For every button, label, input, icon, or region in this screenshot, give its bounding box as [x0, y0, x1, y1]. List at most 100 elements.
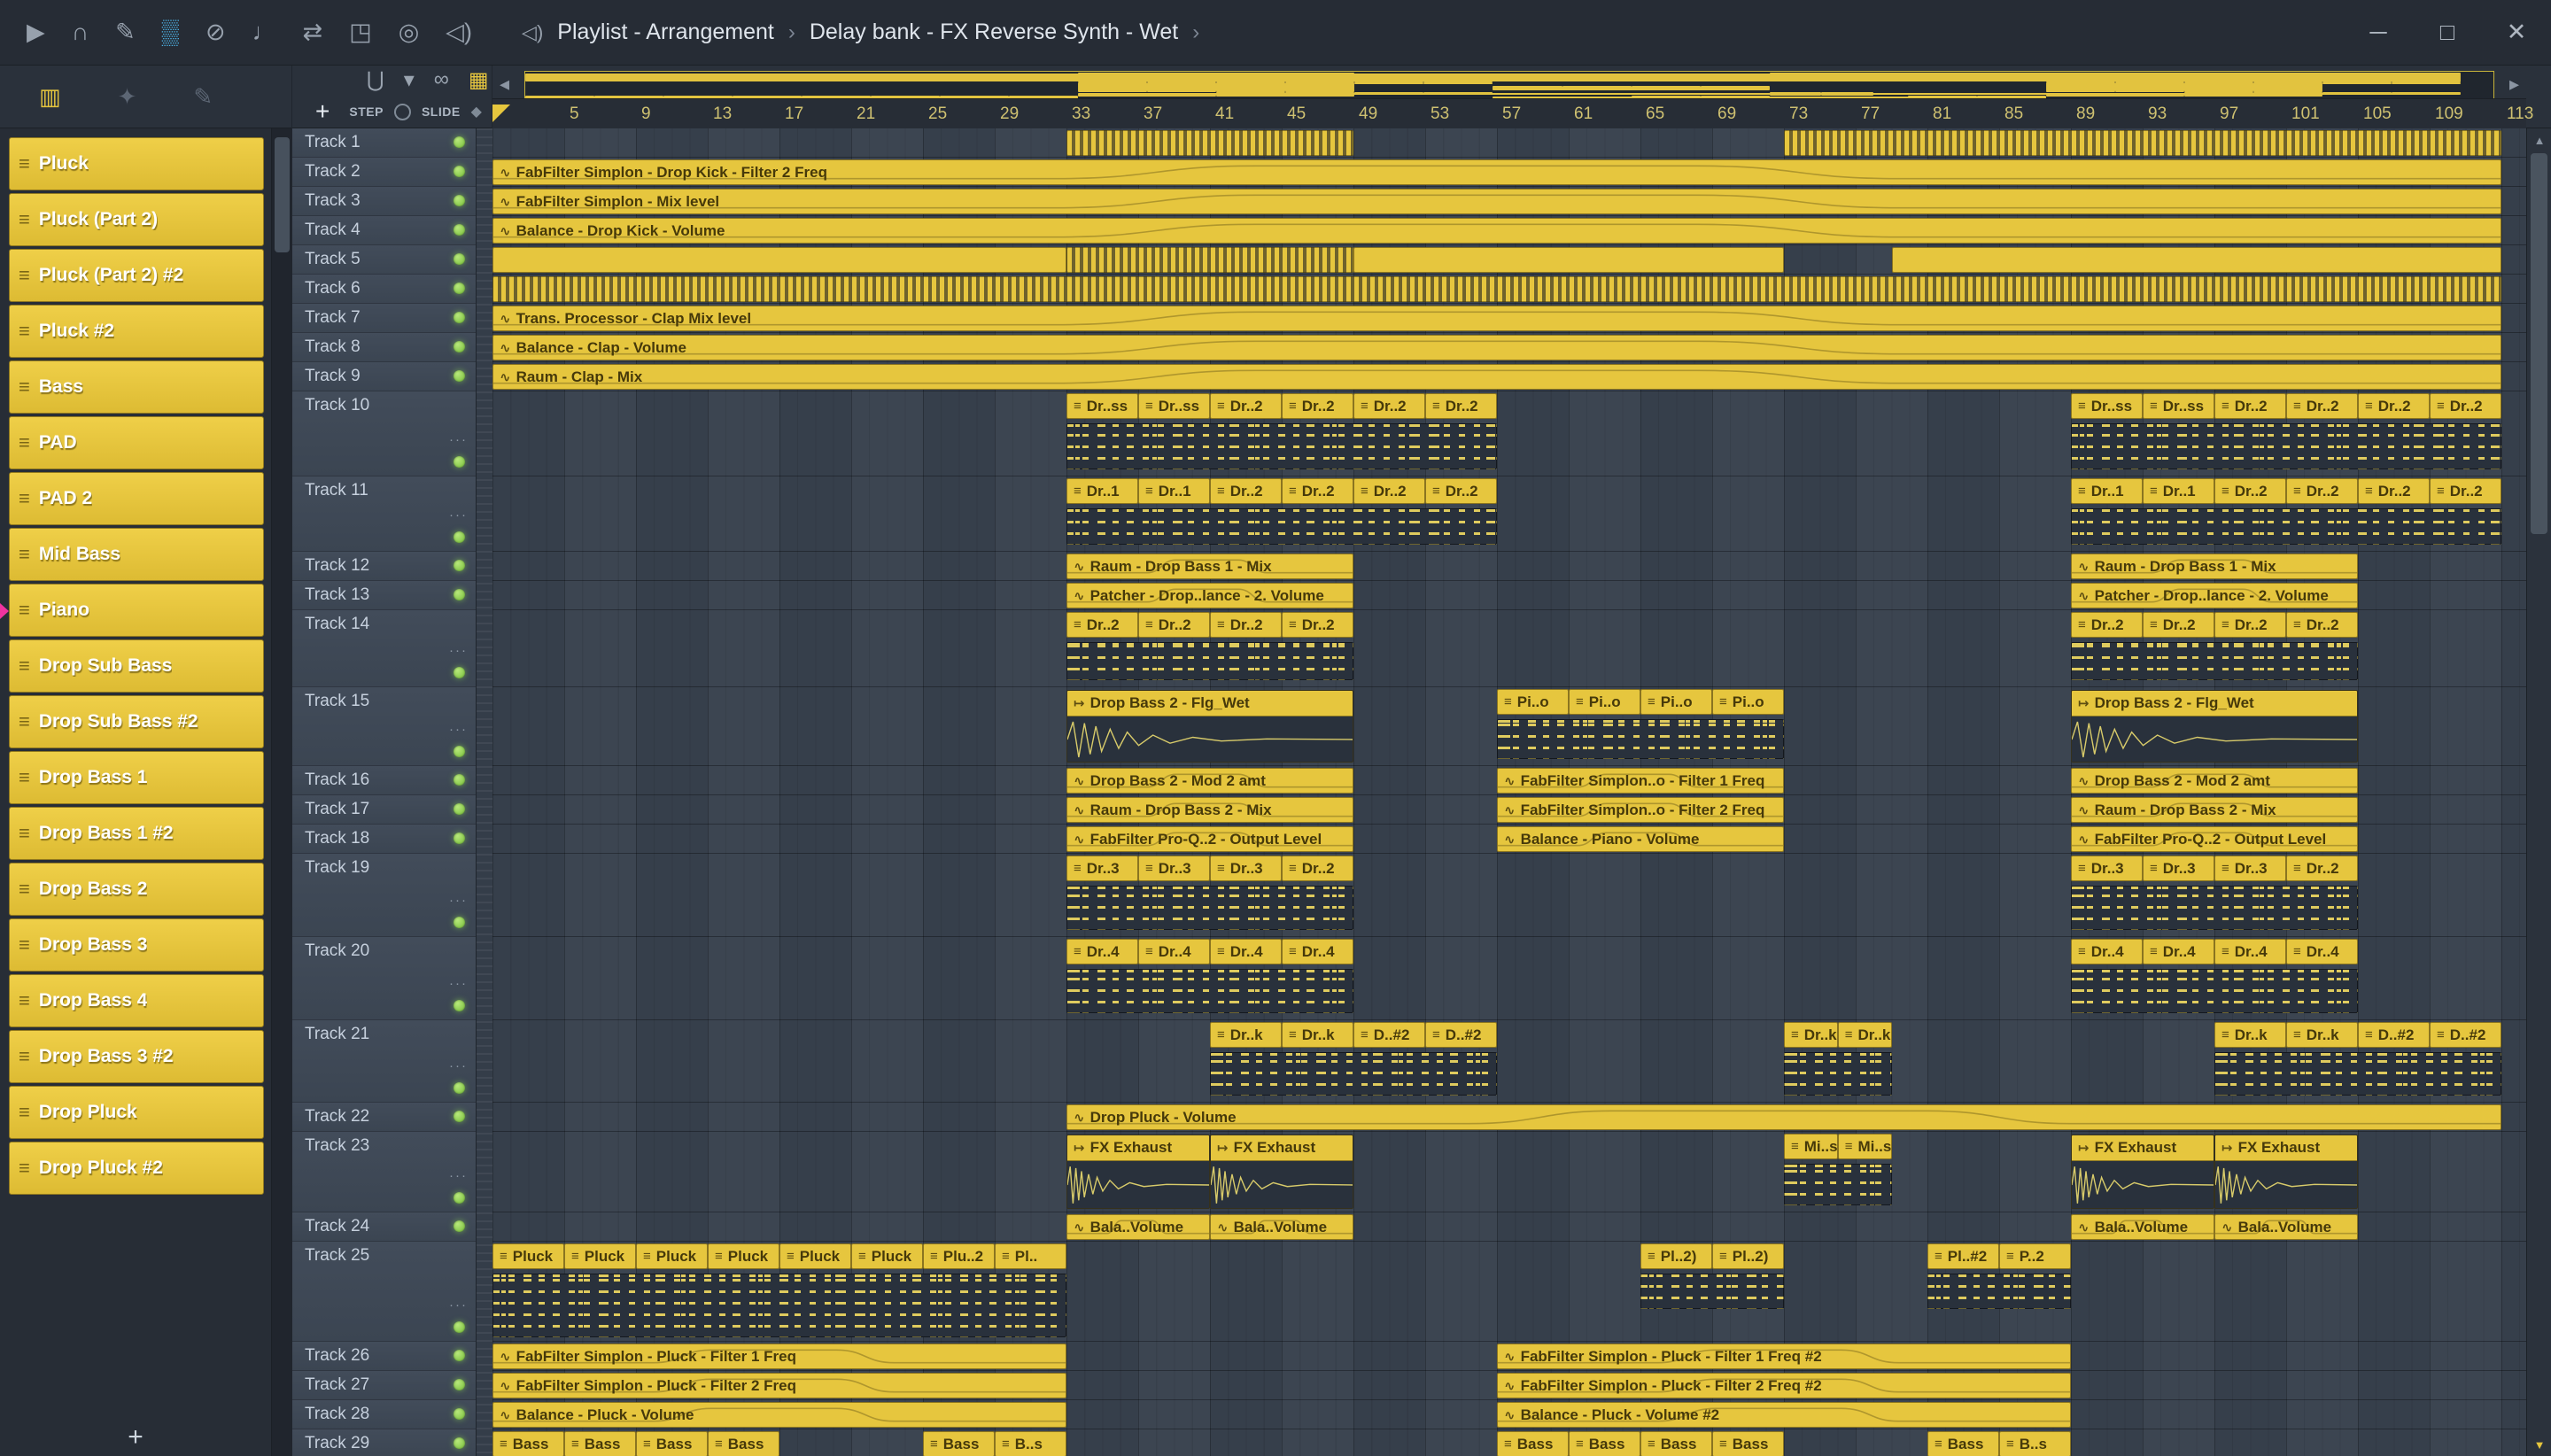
pattern-clip[interactable]: ≡ Dr..2 [2430, 393, 2501, 419]
pattern-clip[interactable]: ≡ B..s [995, 1431, 1066, 1456]
automation-clip[interactable]: ∿ FabFilter Pro-Q..2 - Output Level [1066, 826, 1353, 852]
add-track-button[interactable]: + [315, 97, 330, 126]
pattern-clip[interactable]: ≡ Pluck [492, 1243, 564, 1269]
pattern-clip[interactable]: ≡ Dr..1 [1066, 478, 1138, 504]
pattern-clip[interactable] [492, 247, 1066, 273]
pattern-notes-clip[interactable] [1927, 1274, 2071, 1309]
pattern-clip[interactable]: ≡ Dr..4 [2071, 939, 2143, 964]
audio-clip[interactable]: ↦ Drop Bass 2 - Flg_Wet [2071, 690, 2358, 763]
pattern-item[interactable]: ≡ Bass [9, 360, 264, 414]
pattern-clip[interactable]: ≡ Dr..2 [2286, 393, 2358, 419]
pattern-clip[interactable]: ≡ Dr..4 [1066, 939, 1138, 964]
pattern-clip[interactable]: ≡ Dr..4 [2143, 939, 2214, 964]
pattern-clip[interactable]: ≡ Pluck [779, 1243, 851, 1269]
pattern-item[interactable]: ≡ Pluck (Part 2) #2 [9, 249, 264, 302]
track-header[interactable]: Track 28 [292, 1400, 476, 1429]
scroll-up-icon[interactable]: ▲ [2527, 128, 2551, 151]
track-header[interactable]: Track 20 ··· [292, 937, 476, 1020]
pattern-clip[interactable]: ≡ Bass [636, 1431, 708, 1456]
pattern-clip[interactable]: ≡ Bass [1712, 1431, 1784, 1456]
pattern-clip[interactable]: ≡ Dr..k [1282, 1022, 1353, 1048]
automation-clip[interactable]: ∿ Balance - Piano - Volume [1497, 826, 1784, 852]
track-led[interactable] [454, 917, 465, 928]
track-header[interactable]: Track 4 [292, 216, 476, 245]
track-led[interactable] [454, 456, 465, 468]
pattern-clip[interactable]: ≡ Dr..k [1784, 1022, 1838, 1048]
pattern-clip[interactable]: ≡ Pluck [636, 1243, 708, 1269]
pattern-clip[interactable]: ≡ Dr..4 [1282, 939, 1353, 964]
playlist-lane[interactable]: ≡ Dr..3 ≡ Dr..3 ≡ Dr..3 ≡ Dr..2 ≡ Dr..3 ≡ Dr..3 ≡ Dr.… [492, 854, 2526, 937]
pattern-item[interactable]: ≡ PAD [9, 416, 264, 469]
pattern-clip[interactable]: ≡ Bass [1640, 1431, 1712, 1456]
pattern-clip[interactable]: ≡ Dr..2 [2214, 612, 2286, 638]
track-header[interactable]: Track 2 [292, 158, 476, 187]
pattern-item[interactable]: ≡ Pluck #2 [9, 305, 264, 358]
audio-clip[interactable]: ↦ FX Exhaust [2071, 1135, 2214, 1209]
track-led[interactable] [454, 1082, 465, 1094]
automation-clip[interactable]: ∿ Balance - Pluck - Volume [492, 1402, 1066, 1428]
automation-clip[interactable]: ∿ Bala..Volume [1066, 1214, 1210, 1240]
pattern-clip[interactable]: ≡ Dr..3 [2143, 856, 2214, 881]
pattern-clip[interactable]: ≡ B..s [1999, 1431, 2071, 1456]
pattern-clip[interactable]: ≡ Bass [1927, 1431, 1999, 1456]
playlist-lane[interactable]: ∿ FabFilter Pro-Q..2 - Output Level ∿ Balan… [492, 825, 2526, 854]
automation-clip[interactable]: ∿ Bala..Volume [2071, 1214, 2214, 1240]
pattern-clip[interactable]: ≡ Dr..ss [1066, 393, 1138, 419]
track-resize-strip[interactable] [477, 128, 492, 1456]
playlist-lane[interactable]: ∿ Raum - Drop Bass 2 - Mix ∿ FabFilter Simp… [492, 795, 2526, 825]
track-led[interactable] [454, 774, 465, 786]
pattern-clip[interactable]: ≡ Pluck [564, 1243, 636, 1269]
pattern-notes-clip[interactable] [2071, 969, 2358, 1013]
pattern-clip[interactable]: ≡ Dr..k [1210, 1022, 1282, 1048]
pattern-notes-clip[interactable] [2214, 1052, 2501, 1096]
pattern-item[interactable]: ≡ Drop Bass 2 [9, 863, 264, 916]
pattern-clip[interactable]: ≡ Dr..2 [2358, 393, 2430, 419]
monitor-speaker-icon[interactable]: ◁) [446, 20, 472, 44]
track-header[interactable]: Track 6 [292, 275, 476, 304]
pattern-clip[interactable]: ≡ Dr..2 [2286, 612, 2358, 638]
pattern-notes-clip[interactable] [1066, 969, 1353, 1013]
pattern-clip[interactable]: ≡ Mi..ss [1784, 1134, 1838, 1159]
playlist-lane[interactable]: ≡ Dr..1 ≡ Dr..1 ≡ Dr..2 ≡ Dr..2 ≡ Dr..2 ≡ Dr..2 ≡ Dr.… [492, 476, 2526, 552]
playlist-lane[interactable]: ∿ FabFilter Simplon - Drop Kick - Filter … [492, 158, 2526, 187]
pattern-clip[interactable]: ≡ Dr..2 [2143, 612, 2214, 638]
playlist-lane[interactable]: ≡ Bass ≡ Bass ≡ Bass ≡ Bass ≡ Bass ≡ B..s ≡ Bass ≡ Bass… [492, 1429, 2526, 1456]
playlist-lane[interactable]: ≡ Pluck ≡ Pluck ≡ Pluck ≡ Pluck ≡ Pluck ≡ Pluck ≡ Plu… [492, 1242, 2526, 1342]
pattern-clip[interactable]: ≡ Pi..o [1640, 689, 1712, 715]
track-header[interactable]: Track 8 [292, 333, 476, 362]
automation-clip[interactable]: ∿ Balance - Clap - Volume [492, 335, 2501, 360]
scroll-right-icon[interactable]: ▸ [2509, 73, 2519, 96]
automation-clip[interactable]: ∿ FabFilter Simplon - Pluck - Filter 1 Fr… [1497, 1344, 2071, 1369]
pattern-clip[interactable] [1353, 247, 1784, 273]
track-led[interactable] [454, 1437, 465, 1449]
maximize-button[interactable]: □ [2413, 0, 2482, 65]
magnet-icon[interactable]: ⋃ [367, 67, 384, 93]
track-led[interactable] [454, 833, 465, 844]
pattern-notes-clip[interactable] [492, 1274, 1066, 1337]
track-header[interactable]: Track 11 ··· [292, 476, 476, 552]
playlist-lane[interactable]: ∿ Patcher - Drop..lance - 2. Volume ∿ Patch… [492, 581, 2526, 610]
pattern-clip[interactable]: ≡ Dr..3 [2214, 856, 2286, 881]
automation-clip[interactable]: ∿ Patcher - Drop..lance - 2. Volume [2071, 583, 2358, 608]
pattern-clip[interactable]: ≡ Dr..2 [1282, 612, 1353, 638]
automation-clip[interactable]: ∿ Raum - Drop Bass 2 - Mix [2071, 797, 2358, 823]
playlist-lane[interactable] [492, 245, 2526, 275]
pattern-item[interactable]: ≡ Drop Bass 1 [9, 751, 264, 804]
pattern-notes-clip[interactable] [2071, 886, 2358, 930]
pattern-clip[interactable]: ≡ Dr..3 [1138, 856, 1210, 881]
audio-clip[interactable]: ↦ Drop Bass 2 - Flg_Wet [1066, 690, 1353, 763]
playlist-lane[interactable]: ∿ FabFilter Simplon - Pluck - Filter 2 Fr… [492, 1371, 2526, 1400]
pattern-clip[interactable]: ≡ Dr..ss [1138, 393, 1210, 419]
track-header[interactable]: Track 25 ··· [292, 1242, 476, 1342]
pattern-clip[interactable]: ≡ Dr..2 [2071, 612, 2143, 638]
track-header[interactable]: Track 27 [292, 1371, 476, 1400]
track-led[interactable] [454, 1379, 465, 1390]
pattern-clip[interactable]: ≡ Dr..2 [1066, 612, 1138, 638]
track-header[interactable]: Track 5 [292, 245, 476, 275]
swap-arrows-icon[interactable]: ⇄ [303, 20, 323, 44]
link-icon[interactable]: ∞ [434, 67, 449, 93]
audio-clip[interactable]: ↦ FX Exhaust [1210, 1135, 1353, 1209]
timeline[interactable]: 5 9 13 17 21 25 29 33 37 41 45 49 53 57 61 65 69 73 77 81 85… [492, 98, 2533, 128]
pattern-notes-clip[interactable] [1066, 423, 1497, 469]
close-button[interactable]: ✕ [2482, 0, 2551, 65]
